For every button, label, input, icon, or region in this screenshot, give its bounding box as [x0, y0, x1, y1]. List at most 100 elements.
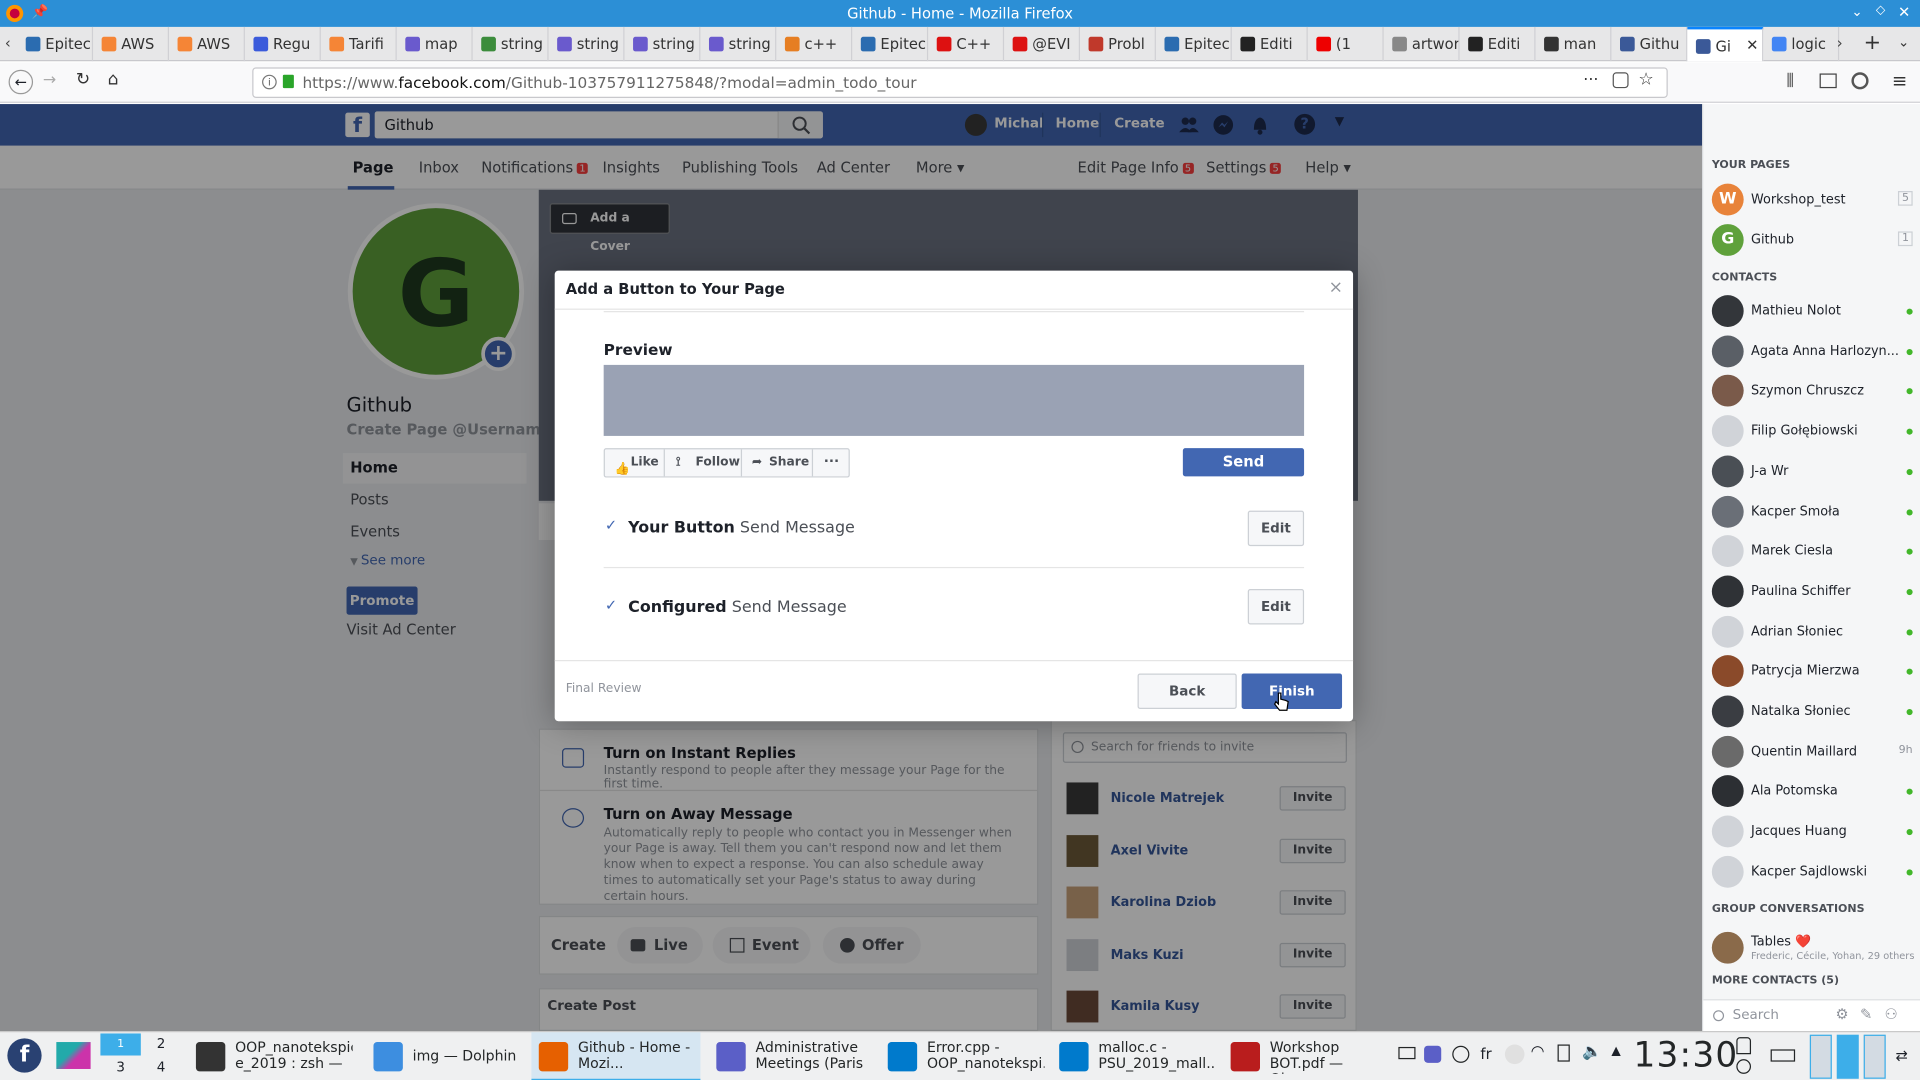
- new-group-icon[interactable]: ⚇: [1884, 1005, 1897, 1022]
- close-tab-icon[interactable]: ✕: [1746, 37, 1758, 54]
- browser-tab[interactable]: Epitech: [17, 26, 94, 62]
- wifi-icon[interactable]: ◠: [1531, 1043, 1545, 1061]
- taskbar-task[interactable]: Workshop BOT.pdf — Oku...: [1223, 1032, 1392, 1080]
- contact-item[interactable]: Paulina Schiffer: [1711, 574, 1913, 611]
- taskbar-task[interactable]: img — Dolphin: [366, 1032, 523, 1080]
- desktop-4[interactable]: 4: [141, 1057, 181, 1079]
- your-page-item[interactable]: W Workshop_test 5: [1711, 182, 1913, 219]
- show-desktop-icon[interactable]: [56, 1042, 91, 1069]
- contact-item[interactable]: Mathieu Nolot: [1711, 294, 1913, 331]
- your-page-item[interactable]: G Github 1: [1711, 223, 1913, 260]
- home-button[interactable]: ⌂: [108, 70, 119, 90]
- browser-tab[interactable]: @EVI: [1004, 26, 1081, 62]
- contact-item[interactable]: Filip Gołębiowski: [1711, 414, 1913, 451]
- page-actions-icon[interactable]: ···: [1583, 71, 1598, 89]
- monitor-widget[interactable]: [1863, 1034, 1886, 1079]
- close-window-icon[interactable]: ✕: [1898, 4, 1910, 21]
- lock-screen-icon[interactable]: [1736, 1037, 1752, 1055]
- contact-item[interactable]: Szymon Chruszcz: [1711, 374, 1913, 411]
- desktop-2[interactable]: 2: [141, 1033, 181, 1055]
- browser-tab[interactable]: c++: [776, 26, 853, 62]
- taskbar-task[interactable]: Github - Home - Mozi...: [531, 1032, 701, 1080]
- browser-tab[interactable]: string: [473, 26, 549, 62]
- chat-search-input[interactable]: Search: [1733, 1007, 1779, 1023]
- taskbar-task[interactable]: malloc.c - PSU_2019_mall...: [1052, 1032, 1221, 1080]
- contact-item[interactable]: Kacper Sajdlowski: [1711, 854, 1913, 891]
- desktop-3[interactable]: 3: [100, 1057, 140, 1079]
- browser-tab[interactable]: Epitech: [852, 26, 929, 62]
- browser-tab[interactable]: Epitech: [1156, 26, 1232, 62]
- monitor-widget[interactable]: [1809, 1034, 1832, 1079]
- power-icon[interactable]: [1736, 1059, 1752, 1074]
- contact-item[interactable]: Patrycja Mierzwa: [1711, 654, 1913, 691]
- close-icon[interactable]: ×: [1329, 278, 1343, 298]
- taskbar-task[interactable]: Error.cpp - OOP_nanotekspi...: [880, 1032, 1049, 1080]
- browser-tab[interactable]: string: [700, 26, 777, 62]
- browser-tab[interactable]: Editi: [1232, 26, 1308, 62]
- preview-like-button[interactable]: 👍 Like: [605, 449, 665, 477]
- contact-item[interactable]: Kacper Smoła: [1711, 494, 1913, 531]
- browser-tab[interactable]: AWS: [93, 26, 169, 62]
- tray-expand-icon[interactable]: ▲: [1611, 1044, 1620, 1057]
- browser-tab[interactable]: AWS: [169, 26, 245, 62]
- menu-icon[interactable]: ≡: [1892, 70, 1907, 92]
- finish-button[interactable]: Finish: [1241, 673, 1343, 709]
- more-contacts-title[interactable]: MORE CONTACTS (5): [1712, 975, 1839, 987]
- contact-item[interactable]: Natalka Słoniec: [1711, 694, 1913, 731]
- browser-tab[interactable]: Probl: [1080, 26, 1156, 62]
- browser-tab[interactable]: C++: [928, 26, 1005, 62]
- browser-tab[interactable]: map: [397, 26, 473, 62]
- browser-tab[interactable]: Editi: [1460, 26, 1536, 62]
- forward-button[interactable]: →: [43, 71, 56, 89]
- contact-item[interactable]: Marek Ciesla: [1711, 534, 1913, 571]
- panel-options-icon[interactable]: ⇄: [1896, 1047, 1908, 1064]
- battery-icon[interactable]: [1770, 1049, 1796, 1062]
- tabs-scroll-right-icon[interactable]: ›: [1837, 34, 1843, 51]
- edit-configured-button[interactable]: Edit: [1247, 588, 1305, 625]
- compose-icon[interactable]: ✎: [1860, 1005, 1872, 1022]
- taskbar-task[interactable]: Administrative Meetings (Paris ...: [709, 1032, 878, 1080]
- browser-tab[interactable]: Githu: [1611, 26, 1688, 62]
- back-button[interactable]: Back: [1137, 673, 1237, 709]
- sidebar-toggle-icon[interactable]: [1819, 73, 1837, 89]
- contact-item[interactable]: J-a Wr: [1711, 454, 1913, 491]
- fedora-menu-icon[interactable]: f: [7, 1038, 42, 1073]
- clock[interactable]: 13:30: [1633, 1035, 1738, 1075]
- contact-item[interactable]: Ala Potomska: [1711, 774, 1913, 811]
- tabs-scroll-left-icon[interactable]: ‹: [5, 34, 11, 51]
- browser-tab[interactable]: logic: [1763, 26, 1840, 62]
- preview-more-button[interactable]: ···: [813, 449, 850, 476]
- browser-tab[interactable]: string: [549, 26, 625, 62]
- browser-tab[interactable]: Regu: [245, 26, 321, 62]
- browser-tab[interactable]: man: [1536, 26, 1612, 62]
- site-info-icon[interactable]: i: [262, 74, 277, 90]
- url-bar[interactable]: i https://www.facebook.com/Github-103757…: [252, 67, 1668, 98]
- tray-sync-icon[interactable]: [1452, 1045, 1470, 1063]
- tray-teams-icon[interactable]: [1424, 1045, 1442, 1063]
- bookmark-star-icon[interactable]: ☆: [1638, 70, 1653, 90]
- preview-share-button[interactable]: ➦ Share: [742, 449, 814, 477]
- reload-button[interactable]: ↻: [76, 70, 90, 90]
- browser-tab[interactable]: artwork: [1384, 26, 1460, 62]
- browser-tab[interactable]: (1: [1308, 26, 1384, 62]
- minimize-icon[interactable]: ⌄: [1851, 4, 1862, 20]
- browser-tab[interactable]: Tarifi: [321, 26, 397, 62]
- library-icon[interactable]: ⫼: [1787, 72, 1794, 90]
- back-button[interactable]: ←: [8, 69, 34, 95]
- tab-list-icon[interactable]: ⌄: [1898, 34, 1909, 50]
- desktop-1[interactable]: 1: [100, 1033, 141, 1056]
- browser-tab[interactable]: Gi ✕: [1687, 26, 1764, 62]
- preview-send-message-button[interactable]: Send Message: [1182, 448, 1305, 496]
- gear-icon[interactable]: ⚙: [1836, 1005, 1849, 1022]
- contact-item[interactable]: Agata Anna Harlozyn...: [1711, 334, 1913, 371]
- tray-window-icon[interactable]: [1398, 1046, 1416, 1060]
- volume-icon[interactable]: 🔈: [1582, 1043, 1602, 1061]
- maximize-icon[interactable]: ◇: [1876, 4, 1885, 17]
- group-conversation-item[interactable]: Tables ❤️ Frederic, Cécile, Yohan, 29 ot…: [1711, 931, 1914, 968]
- pocket-icon[interactable]: [1612, 72, 1629, 89]
- contact-item[interactable]: Jacques Huang: [1711, 814, 1913, 851]
- contact-item[interactable]: Adrian Słoniec: [1711, 614, 1913, 651]
- contact-item[interactable]: Quentin Maillard 9h: [1711, 734, 1913, 771]
- keyboard-layout[interactable]: fr: [1480, 1046, 1491, 1063]
- browser-tab[interactable]: string: [624, 26, 701, 62]
